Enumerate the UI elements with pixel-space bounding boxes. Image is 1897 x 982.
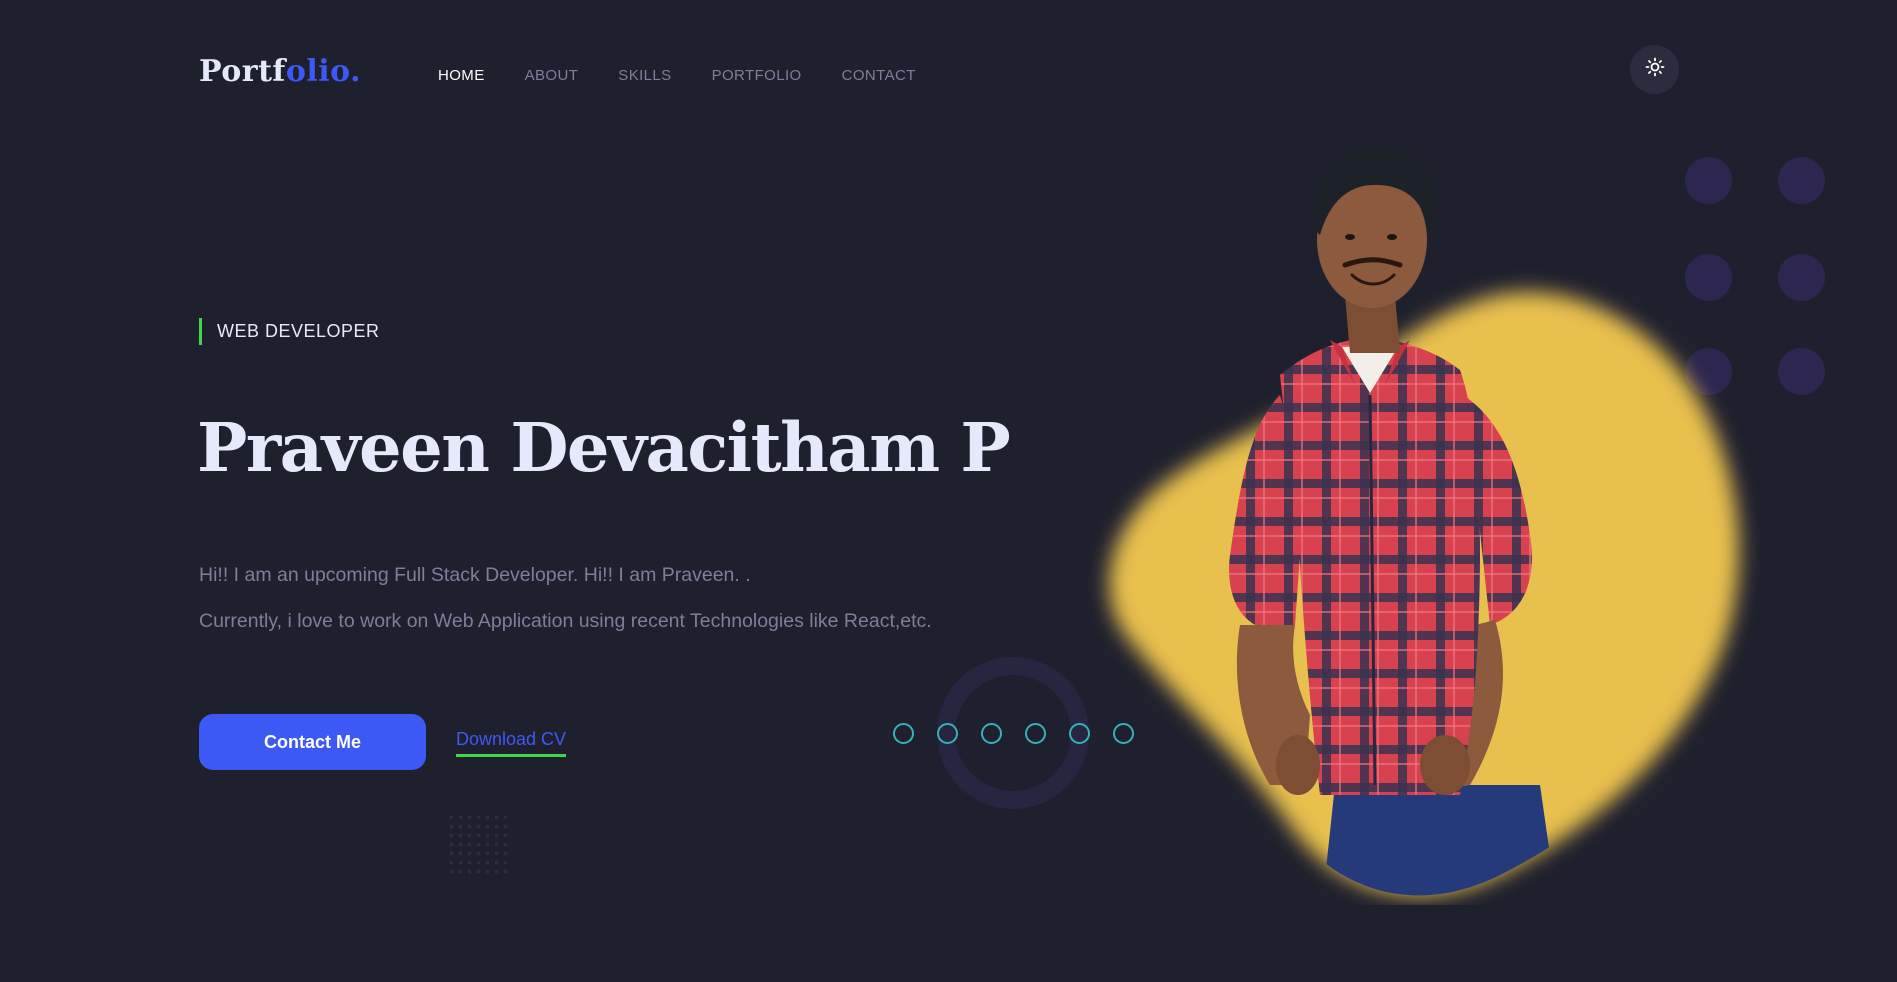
ring-circle <box>981 723 1002 744</box>
ring-circle <box>937 723 958 744</box>
nav-portfolio[interactable]: PORTFOLIO <box>712 67 802 85</box>
logo-main-text: Portf <box>199 54 286 89</box>
ring-circle <box>893 723 914 744</box>
logo-accent-text: olio. <box>285 54 362 89</box>
intro-line-1: Hi!! I am an upcoming Full Stack Develop… <box>199 564 751 586</box>
hero-name: Praveen Devacitham P <box>197 408 1011 487</box>
contact-me-button[interactable]: Contact Me <box>199 714 426 770</box>
sun-icon <box>1645 57 1665 82</box>
nav-contact[interactable]: CONTACT <box>842 67 916 85</box>
purple-dot <box>1778 348 1825 395</box>
nav-home[interactable]: HOME <box>432 66 485 86</box>
logo[interactable]: Portfolio. <box>199 54 361 89</box>
purple-dot <box>1778 157 1825 204</box>
theme-toggle-button[interactable] <box>1630 45 1679 94</box>
portfolio-page: Portfolio. HOME ABOUT SKILLS PORTFOLIO C… <box>0 0 1897 982</box>
main-nav: HOME ABOUT SKILLS PORTFOLIO CONTACT <box>432 66 956 86</box>
decorative-small-dot-grid <box>447 813 513 879</box>
intro-line-2: Currently, i love to work on Web Applica… <box>199 610 932 632</box>
role-label: WEB DEVELOPER <box>199 318 380 345</box>
nav-about[interactable]: ABOUT <box>525 67 579 85</box>
ring-circle <box>1025 723 1046 744</box>
nav-skills[interactable]: SKILLS <box>618 67 671 85</box>
download-cv-link[interactable]: Download CV <box>456 729 567 757</box>
profile-photo <box>1080 125 1780 905</box>
purple-dot <box>1778 254 1825 301</box>
